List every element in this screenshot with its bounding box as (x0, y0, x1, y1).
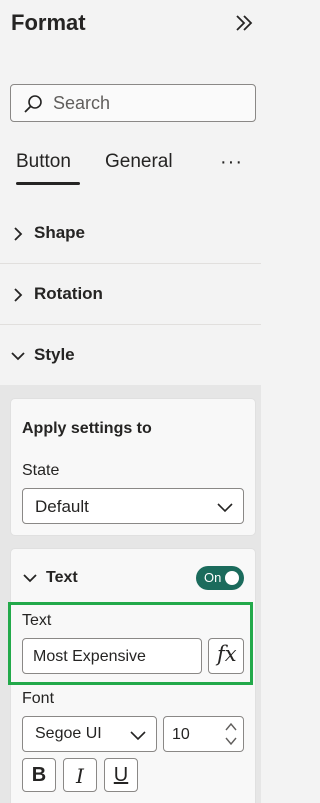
text-card-title: Text (46, 569, 78, 586)
section-label: Shape (34, 223, 86, 242)
section-shape[interactable]: Shape (0, 204, 261, 264)
fx-icon: fx (217, 642, 237, 666)
state-dropdown[interactable]: Default (22, 488, 244, 524)
more-options-button[interactable]: ··· (220, 151, 243, 174)
collapse-pane-icon[interactable] (233, 12, 255, 34)
bold-icon: B (31, 764, 47, 786)
chevron-right-icon (14, 288, 23, 302)
toggle-label: On (204, 570, 222, 585)
chevron-down-icon (130, 731, 146, 741)
font-value: Segoe UI (35, 725, 102, 742)
section-label: Style (34, 345, 75, 364)
font-size-value: 10 (172, 726, 190, 743)
chevron-down-icon (217, 503, 233, 513)
apply-settings-title: Apply settings to (22, 420, 152, 437)
font-dropdown[interactable]: Segoe UI (22, 716, 157, 752)
underline-button[interactable]: U (104, 758, 138, 792)
chevron-down-icon (11, 352, 25, 361)
italic-button[interactable]: I (63, 758, 97, 792)
chevron-down-icon[interactable] (22, 572, 38, 584)
bold-button[interactable]: B (22, 758, 56, 792)
font-label: Font (22, 690, 55, 707)
text-field-label: Text (22, 612, 52, 629)
tab-button[interactable]: Button (16, 151, 71, 173)
chevron-right-icon (14, 227, 23, 241)
format-tabs: Button General ··· (0, 140, 261, 190)
toggle-knob (225, 571, 239, 585)
chevron-down-icon[interactable] (225, 737, 237, 746)
search-icon (24, 95, 42, 113)
section-rotation[interactable]: Rotation (0, 265, 261, 325)
state-value: Default (35, 497, 89, 516)
underline-icon: U (113, 764, 129, 786)
pane-header: Format (0, 0, 261, 48)
state-label: State (22, 462, 60, 479)
chevron-up-icon[interactable] (225, 722, 237, 731)
text-input[interactable]: Most Expensive (22, 638, 202, 674)
pane-title: Format (11, 10, 86, 35)
active-tab-underline (16, 182, 80, 185)
search-placeholder: Search (53, 93, 111, 113)
text-toggle[interactable]: On (196, 566, 244, 590)
section-label: Rotation (34, 284, 103, 303)
text-input-value: Most Expensive (33, 648, 146, 665)
search-box[interactable]: Search (10, 84, 256, 122)
tab-general[interactable]: General (105, 151, 173, 173)
font-size-stepper[interactable]: 10 (163, 716, 244, 752)
section-style[interactable]: Style (0, 326, 261, 386)
fx-button[interactable]: fx (208, 638, 244, 674)
italic-icon: I (76, 764, 84, 788)
